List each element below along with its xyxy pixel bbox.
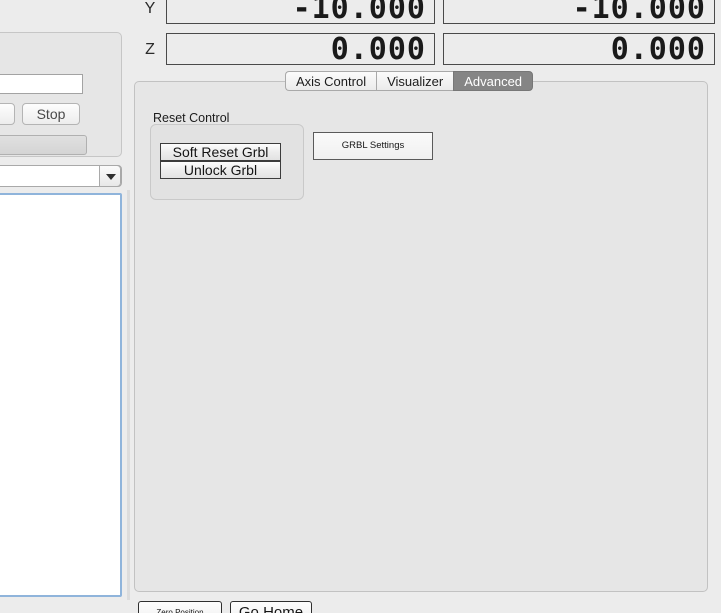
tab-visualizer[interactable]: Visualizer: [376, 71, 454, 91]
tab-advanced[interactable]: Advanced: [453, 71, 534, 91]
axis-label-y: Y: [144, 0, 156, 17]
axis-label-z: Z: [145, 41, 155, 58]
unlock-grbl-button[interactable]: Unlock Grbl: [160, 161, 281, 179]
console-text-area[interactable]: [0, 193, 122, 597]
grbl-settings-button[interactable]: GRBL Settings: [313, 132, 433, 160]
file-path-input[interactable]: [0, 74, 83, 94]
dro-field-y-work: -10.000: [443, 0, 715, 24]
combobox-arrow-button[interactable]: [99, 165, 121, 187]
go-home-button[interactable]: Go Home: [230, 601, 312, 613]
dro-value-z-work: 0.000: [610, 33, 706, 65]
zero-position-button[interactable]: Zero Position: [138, 601, 222, 613]
dro-value-y-work: -10.000: [572, 0, 706, 24]
tab-bar: Axis Control Visualizer Advanced: [285, 71, 534, 91]
left-sidebar: egin Stop: [0, 0, 130, 613]
dro-field-y-machine: -10.000: [166, 0, 435, 24]
chevron-down-icon: [106, 174, 116, 180]
sidebar-divider: [127, 190, 130, 600]
begin-button[interactable]: egin: [0, 103, 15, 125]
reset-control-group: Soft Reset Grbl Unlock Grbl: [150, 124, 304, 200]
application-window: Y -10.000 -10.000 Z 0.000 0.000 Axis Con…: [0, 0, 721, 613]
stop-button[interactable]: Stop: [22, 103, 80, 125]
dro-field-z-machine: 0.000: [166, 33, 435, 65]
reset-control-group-title: Reset Control: [153, 111, 230, 125]
dro-value-z-machine: 0.000: [330, 33, 426, 65]
tab-axis-control[interactable]: Axis Control: [285, 71, 377, 91]
file-control-panel: egin Stop: [0, 32, 122, 157]
dro-field-z-work: 0.000: [443, 33, 715, 65]
port-combobox[interactable]: [0, 165, 122, 187]
soft-reset-grbl-button[interactable]: Soft Reset Grbl: [160, 143, 281, 161]
advanced-tab-panel: Reset Control Soft Reset Grbl Unlock Grb…: [134, 81, 708, 592]
job-progress-bar: [0, 135, 87, 155]
dro-value-y-machine: -10.000: [292, 0, 426, 24]
